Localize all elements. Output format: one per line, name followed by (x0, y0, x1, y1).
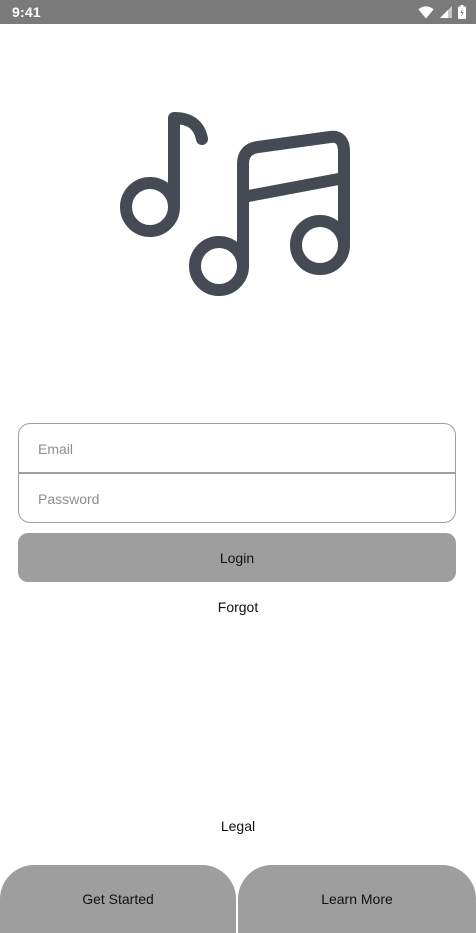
cell-signal-icon (440, 6, 452, 18)
app-logo (0, 104, 476, 304)
battery-icon (458, 5, 466, 19)
forgot-link[interactable]: Forgot (0, 599, 476, 615)
status-icons (418, 0, 466, 24)
get-started-button[interactable]: Get Started (0, 865, 236, 933)
legal-link[interactable]: Legal (0, 818, 476, 834)
music-notes-icon (118, 104, 358, 304)
wifi-icon (418, 5, 434, 19)
password-field[interactable] (19, 474, 455, 522)
login-field-group (18, 423, 456, 523)
login-button[interactable]: Login (18, 533, 456, 582)
email-field[interactable] (19, 424, 455, 473)
status-time: 9:41 (12, 4, 41, 20)
learn-more-button[interactable]: Learn More (238, 865, 476, 933)
status-bar: 9:41 (0, 0, 476, 24)
